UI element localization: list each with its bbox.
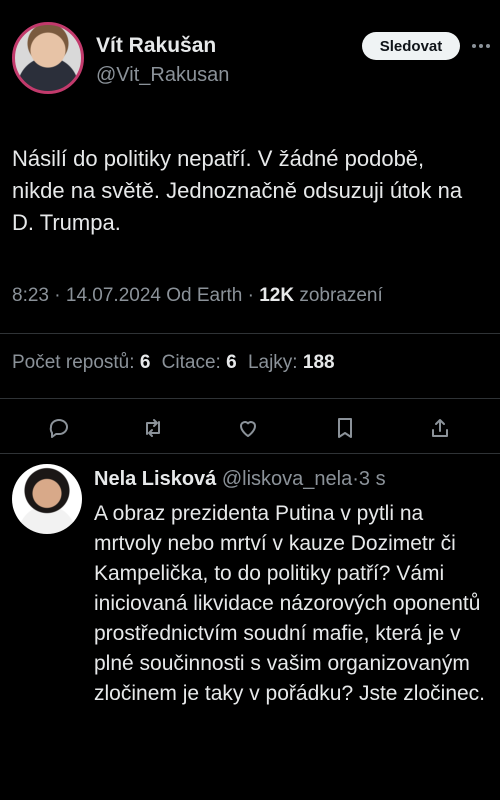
reply-icon[interactable] <box>47 416 71 440</box>
likes-value: 188 <box>302 352 335 373</box>
divider <box>0 398 500 399</box>
views-count: 12K <box>259 285 295 306</box>
bookmark-icon[interactable] <box>333 416 357 440</box>
author-handle[interactable]: @Vit_Rakusan <box>96 64 229 87</box>
views-label: zobrazení <box>299 285 383 306</box>
quotes-label[interactable]: Citace: <box>162 352 221 373</box>
meta-separator: · <box>54 285 61 306</box>
likes-label[interactable]: Lajky: <box>248 352 298 373</box>
tweet-metadata: 8:23 · 14.07.2024 Od Earth · 12K zobraze… <box>12 285 383 307</box>
repost-icon[interactable] <box>141 416 165 440</box>
reply-header: Nela Lisková @liskova_nela·3 s <box>94 468 386 491</box>
tweet-stats: Počet repostů: 6 Citace: 6 Lajky: 188 <box>12 352 341 374</box>
reply-text: A obraz prezidenta Putina v pytli na mrt… <box>94 502 486 705</box>
reply-separator: · <box>352 468 359 490</box>
tweet-source: Od Earth <box>166 285 243 306</box>
divider <box>0 453 500 454</box>
more-options-icon[interactable] <box>472 39 490 53</box>
follow-button[interactable]: Sledovat <box>362 32 460 60</box>
reply-author-handle[interactable]: @liskova_nela <box>222 468 352 490</box>
tweet-text: Násilí do politiky nepatří. V žádné podo… <box>12 146 463 235</box>
divider <box>0 333 500 334</box>
tweet-time[interactable]: 8:23 <box>12 285 49 306</box>
tweet-actions <box>0 412 500 446</box>
author-avatar[interactable] <box>12 22 84 94</box>
reply-time[interactable]: 3 s <box>359 468 386 490</box>
share-icon[interactable] <box>428 416 452 440</box>
author-name[interactable]: Vít Rakušan <box>96 34 216 58</box>
meta-separator: · <box>247 285 254 306</box>
quotes-value: 6 <box>226 352 237 373</box>
like-icon[interactable] <box>236 416 260 440</box>
reply-author-avatar[interactable] <box>12 464 82 534</box>
reposts-label[interactable]: Počet repostů: <box>12 352 135 373</box>
tweet-date[interactable]: 14.07.2024 <box>66 285 161 306</box>
reposts-value: 6 <box>139 352 151 373</box>
reply-author-name[interactable]: Nela Lisková <box>94 468 216 490</box>
